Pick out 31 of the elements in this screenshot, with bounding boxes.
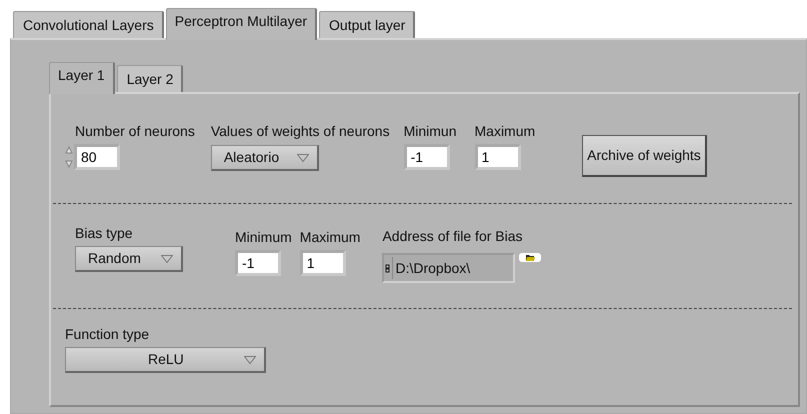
field-label: Number of neurons	[75, 122, 195, 140]
tab[interactable]: Layer 2	[116, 65, 184, 92]
field-label: Minimun	[404, 122, 456, 140]
field-label: Minimum	[235, 228, 292, 246]
dropdown-selector[interactable]: ReLU	[65, 347, 266, 373]
field-label: Address of file for Bias	[382, 227, 524, 245]
dropdown-arrow-icon	[161, 254, 173, 262]
increment-arrow-icon[interactable]	[65, 146, 73, 154]
field-label: Function type	[65, 325, 150, 343]
field-label: Maximum	[300, 228, 360, 246]
dropdown-selector[interactable]: Random	[75, 246, 183, 272]
field-label: Values of weights of neurons	[210, 122, 390, 140]
file-path-field[interactable]: D:\Dropbox\	[382, 253, 516, 283]
numeric-input-field[interactable]: 80	[74, 144, 120, 170]
numeric-input-field[interactable]: 1	[300, 250, 346, 276]
decrement-arrow-icon[interactable]	[65, 160, 73, 168]
path-icon	[385, 264, 390, 272]
tab[interactable]: Layer 1	[49, 62, 115, 94]
numeric-input-field[interactable]: 1	[474, 144, 520, 170]
dropdown-arrow-icon	[244, 356, 256, 364]
archive-of-weights-button[interactable]: Archive of weights	[582, 135, 707, 177]
tab[interactable]: Convolutional Layers	[13, 11, 164, 38]
dropdown-selector[interactable]: Aleatorio	[210, 145, 319, 171]
field-label: Maximum	[474, 122, 536, 140]
field-label: Bias type	[75, 224, 134, 242]
folder-icon[interactable]	[519, 253, 542, 262]
tab[interactable]: Perceptron Multilayer	[166, 8, 318, 40]
dropdown-arrow-icon	[296, 154, 309, 162]
tab[interactable]: Output layer	[319, 11, 416, 38]
numeric-input-field[interactable]: -1	[235, 250, 281, 276]
numeric-input-field[interactable]: -1	[404, 144, 450, 170]
